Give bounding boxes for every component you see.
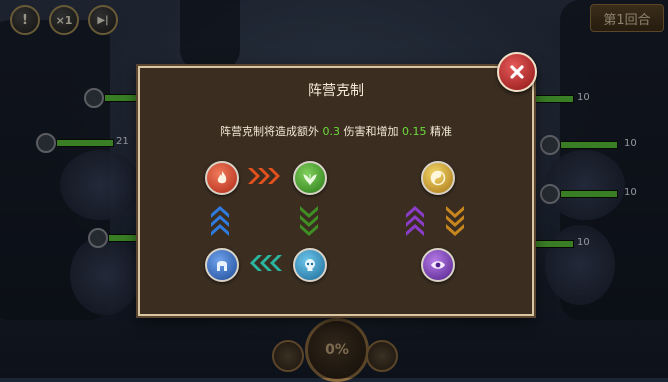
desc-prefix: 阵营克制将造成额外 <box>220 125 323 138</box>
leaf-icon <box>303 174 317 186</box>
shadow-faction-icon <box>421 248 455 282</box>
nature-beats-ice-arrows <box>300 206 318 236</box>
dialog-description: 阵营克制将造成额外 0.3 伤害和增加 0.15 精准 <box>140 123 532 139</box>
yin-yang-icon <box>430 170 446 186</box>
bonus-accuracy-value: 0.15 <box>402 125 427 138</box>
light-beats-shadow-arrows <box>446 206 464 236</box>
eye-icon <box>431 261 445 269</box>
fire-beats-nature-arrows <box>248 168 280 184</box>
flame-icon <box>217 171 227 184</box>
fire-faction-icon <box>205 161 239 195</box>
ice-beats-spartan-arrows <box>250 255 282 271</box>
nature-faction-icon <box>293 161 327 195</box>
skull-icon <box>305 259 315 271</box>
spartan-faction-icon <box>205 248 239 282</box>
desc-middle: 伤害和增加 <box>340 125 402 138</box>
close-button[interactable] <box>497 52 537 92</box>
shadow-beats-light-arrows <box>406 206 424 236</box>
bonus-damage-value: 0.3 <box>322 125 341 138</box>
ice-faction-icon <box>293 248 327 282</box>
close-icon <box>510 65 524 79</box>
faction-counter-dialog: 阵营克制 阵营克制将造成额外 0.3 伤害和增加 0.15 精准 <box>138 66 534 316</box>
light-faction-icon <box>421 161 455 195</box>
dialog-title: 阵营克制 <box>308 83 364 99</box>
helmet-icon <box>217 261 227 271</box>
spartan-beats-fire-arrows <box>211 206 229 236</box>
desc-suffix: 精准 <box>426 125 452 138</box>
